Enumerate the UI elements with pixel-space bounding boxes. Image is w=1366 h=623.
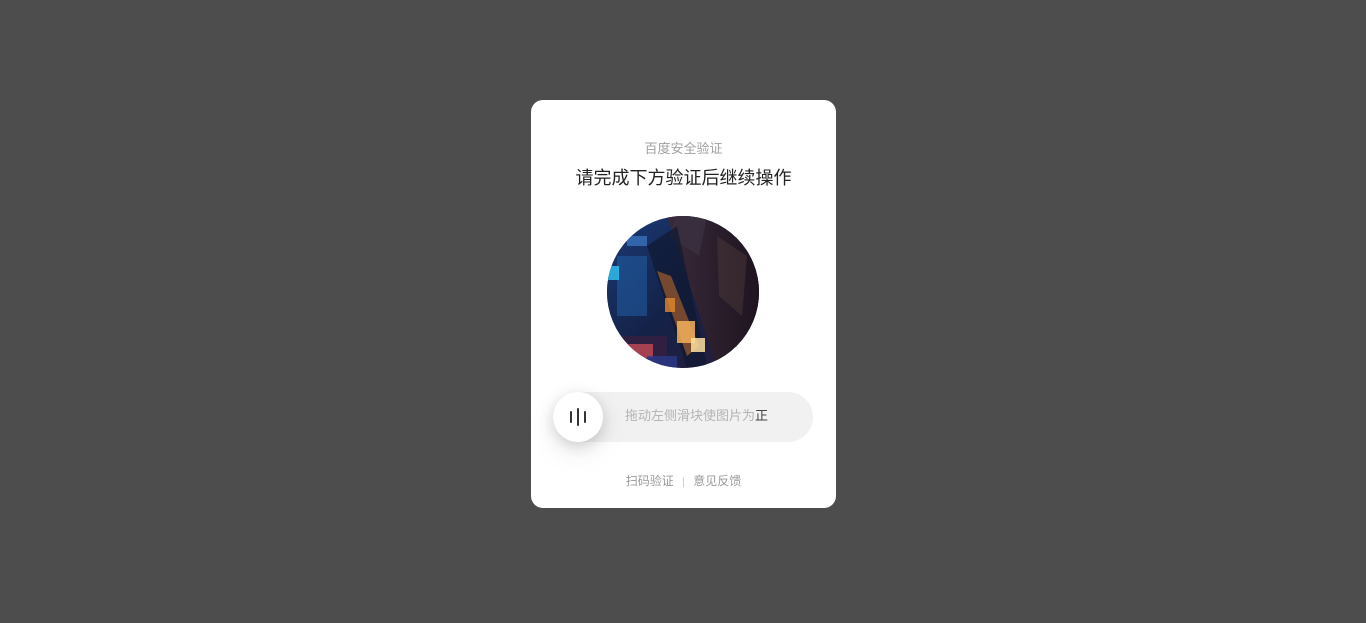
footer-separator: | [681, 477, 686, 488]
slider-hint-text: 拖动左侧滑块使图片为 [625, 409, 756, 424]
scan-verify-link[interactable]: 扫码验证 [626, 474, 674, 488]
rotation-puzzle-image [607, 216, 759, 368]
brand-label: 百度安全验证 [644, 142, 723, 157]
slider-hint-emphasis: 正 [755, 409, 769, 424]
dialog-footer: 扫码验证 | 意见反馈 [531, 472, 836, 489]
slider-hint: 拖动左侧滑块使图片为正 [625, 392, 768, 442]
grip-bars-icon [570, 408, 586, 426]
verification-dialog: 百度安全验证 请完成下方验证后继续操作 拖动左侧滑块使图片为正 扫码验证 | 意… [531, 100, 836, 508]
feedback-link[interactable]: 意见反馈 [693, 474, 741, 488]
dialog-headline: 请完成下方验证后继续操作 [575, 168, 792, 189]
slider-handle[interactable] [553, 392, 603, 442]
